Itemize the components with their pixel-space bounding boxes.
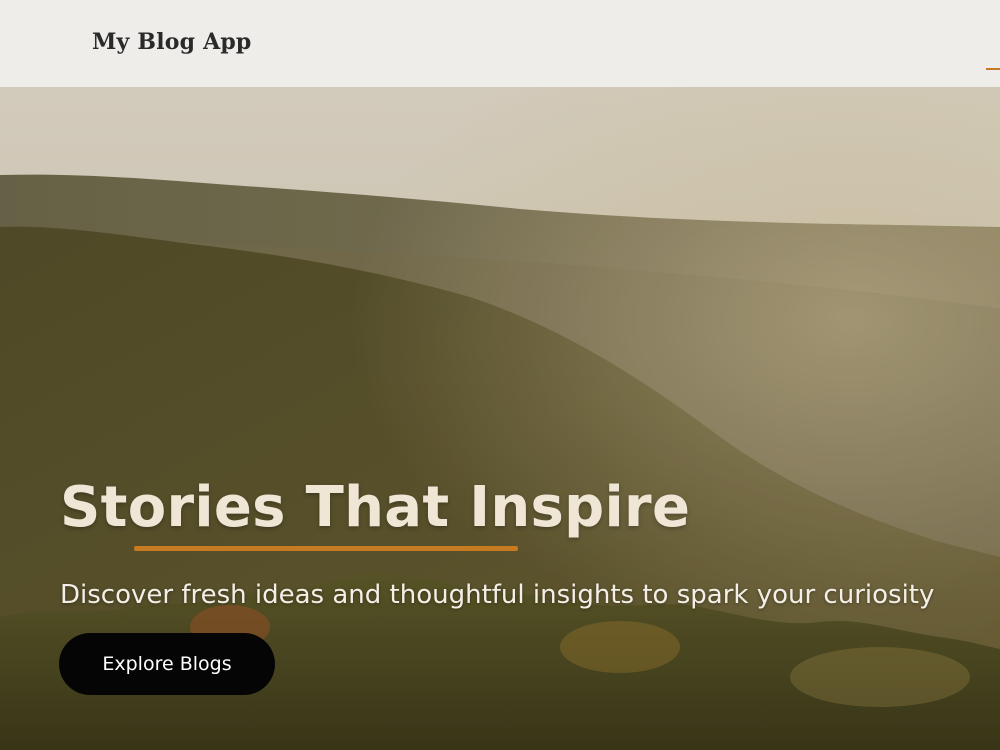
explore-blogs-button[interactable]: Explore Blogs [59, 633, 275, 695]
top-navbar: My Blog App [0, 0, 1000, 87]
hero-title: Stories That Inspire [60, 475, 691, 540]
brand-logo[interactable]: My Blog App [92, 29, 252, 55]
hero-subtitle: Discover fresh ideas and thoughtful insi… [60, 580, 935, 610]
hero-section: Stories That Inspire Discover fresh idea… [0, 87, 1000, 750]
nav-active-indicator [986, 68, 1000, 70]
title-underline [134, 546, 518, 551]
